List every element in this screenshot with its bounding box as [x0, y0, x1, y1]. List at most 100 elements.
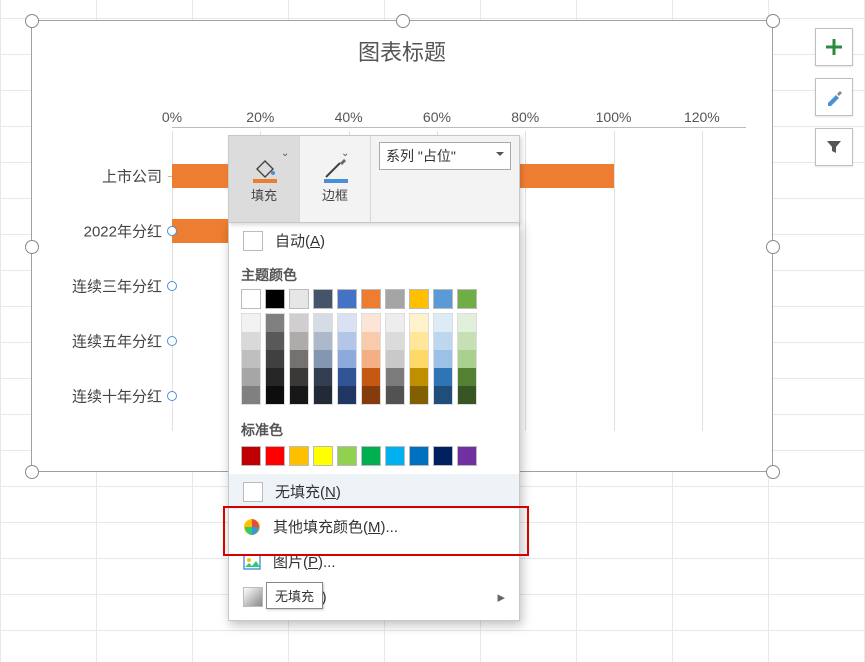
color-swatch[interactable] [409, 350, 429, 368]
tooltip: 无填充 [266, 582, 323, 609]
color-swatch[interactable] [385, 313, 405, 332]
color-swatch[interactable] [337, 350, 357, 368]
color-swatch[interactable] [265, 332, 285, 350]
color-swatch[interactable] [409, 368, 429, 386]
color-swatch[interactable] [313, 289, 333, 309]
color-wheel-icon [243, 518, 261, 536]
resize-handle[interactable] [25, 14, 39, 28]
color-swatch[interactable] [409, 289, 429, 309]
color-swatch[interactable] [409, 313, 429, 332]
color-swatch[interactable] [337, 332, 357, 350]
theme-shade-grid [229, 309, 519, 413]
color-swatch[interactable] [313, 350, 333, 368]
chart-elements-button[interactable] [815, 28, 853, 66]
resize-handle[interactable] [766, 240, 780, 254]
color-swatch[interactable] [433, 350, 453, 368]
color-swatch[interactable] [433, 289, 453, 309]
color-swatch[interactable] [289, 368, 309, 386]
data-point-marker[interactable] [167, 336, 177, 346]
color-swatch[interactable] [433, 446, 453, 466]
fill-more-colors-item[interactable]: 其他填充颜色(M)... [229, 509, 519, 544]
color-swatch[interactable] [409, 446, 429, 466]
color-swatch[interactable] [361, 386, 381, 405]
color-swatch[interactable] [361, 313, 381, 332]
chart-styles-button[interactable] [815, 78, 853, 116]
resize-handle[interactable] [396, 14, 410, 28]
color-swatch[interactable] [385, 446, 405, 466]
fill-auto-item[interactable]: 自动(A) [229, 223, 519, 258]
color-swatch[interactable] [241, 386, 261, 405]
x-tick-label: 20% [246, 109, 274, 125]
color-swatch[interactable] [361, 350, 381, 368]
color-swatch[interactable] [313, 446, 333, 466]
color-swatch[interactable] [241, 332, 261, 350]
color-swatch[interactable] [385, 289, 405, 309]
chart-filters-button[interactable] [815, 128, 853, 166]
color-swatch[interactable] [289, 289, 309, 309]
series-selector[interactable]: 系列 "占位" [379, 142, 511, 170]
color-swatch[interactable] [409, 332, 429, 350]
fill-picture-item[interactable]: 图片(P)... [229, 544, 519, 579]
color-swatch[interactable] [457, 289, 477, 309]
color-swatch[interactable] [457, 386, 477, 405]
color-swatch[interactable] [433, 332, 453, 350]
color-swatch[interactable] [433, 313, 453, 332]
color-swatch[interactable] [337, 386, 357, 405]
resize-handle[interactable] [766, 14, 780, 28]
color-swatch[interactable] [361, 368, 381, 386]
color-swatch[interactable] [265, 386, 285, 405]
color-swatch[interactable] [457, 446, 477, 466]
color-swatch[interactable] [241, 313, 261, 332]
color-swatch[interactable] [313, 332, 333, 350]
color-swatch[interactable] [385, 350, 405, 368]
color-swatch[interactable] [289, 446, 309, 466]
gradient-swatch-icon [243, 587, 263, 607]
color-swatch[interactable] [265, 350, 285, 368]
color-swatch[interactable] [313, 313, 333, 332]
color-swatch[interactable] [289, 332, 309, 350]
border-dropdown-button[interactable]: ⌄ 边框 [300, 136, 371, 222]
color-swatch[interactable] [385, 332, 405, 350]
standard-colors-header: 标准色 [229, 413, 519, 444]
color-swatch[interactable] [265, 289, 285, 309]
color-swatch[interactable] [241, 368, 261, 386]
fill-dropdown-button[interactable]: ⌄ 填充 [229, 136, 300, 222]
color-swatch[interactable] [313, 386, 333, 405]
resize-handle[interactable] [25, 465, 39, 479]
color-swatch[interactable] [313, 368, 333, 386]
color-swatch[interactable] [409, 386, 429, 405]
color-swatch[interactable] [265, 368, 285, 386]
color-swatch[interactable] [241, 350, 261, 368]
color-swatch[interactable] [289, 313, 309, 332]
color-swatch[interactable] [433, 386, 453, 405]
color-swatch[interactable] [457, 332, 477, 350]
color-swatch[interactable] [337, 313, 357, 332]
color-swatch[interactable] [241, 289, 261, 309]
data-point-marker[interactable] [167, 281, 177, 291]
color-swatch[interactable] [337, 446, 357, 466]
color-swatch[interactable] [385, 368, 405, 386]
color-swatch[interactable] [457, 350, 477, 368]
data-point-marker[interactable] [167, 226, 177, 236]
chart-title[interactable]: 图表标题 [32, 21, 772, 75]
color-swatch[interactable] [457, 313, 477, 332]
color-swatch[interactable] [289, 350, 309, 368]
resize-handle[interactable] [766, 465, 780, 479]
color-swatch[interactable] [361, 446, 381, 466]
color-swatch[interactable] [289, 386, 309, 405]
fill-bucket-icon [249, 157, 279, 183]
color-swatch[interactable] [265, 313, 285, 332]
color-swatch[interactable] [337, 289, 357, 309]
color-swatch[interactable] [265, 446, 285, 466]
color-swatch[interactable] [457, 368, 477, 386]
color-swatch[interactable] [241, 446, 261, 466]
x-axis[interactable]: 0%20%40%60%80%100%120% [172, 109, 746, 128]
color-swatch[interactable] [361, 332, 381, 350]
resize-handle[interactable] [25, 240, 39, 254]
data-point-marker[interactable] [167, 391, 177, 401]
color-swatch[interactable] [385, 386, 405, 405]
color-swatch[interactable] [337, 368, 357, 386]
color-swatch[interactable] [433, 368, 453, 386]
fill-none-item[interactable]: 无填充(N) [229, 474, 519, 509]
color-swatch[interactable] [361, 289, 381, 309]
